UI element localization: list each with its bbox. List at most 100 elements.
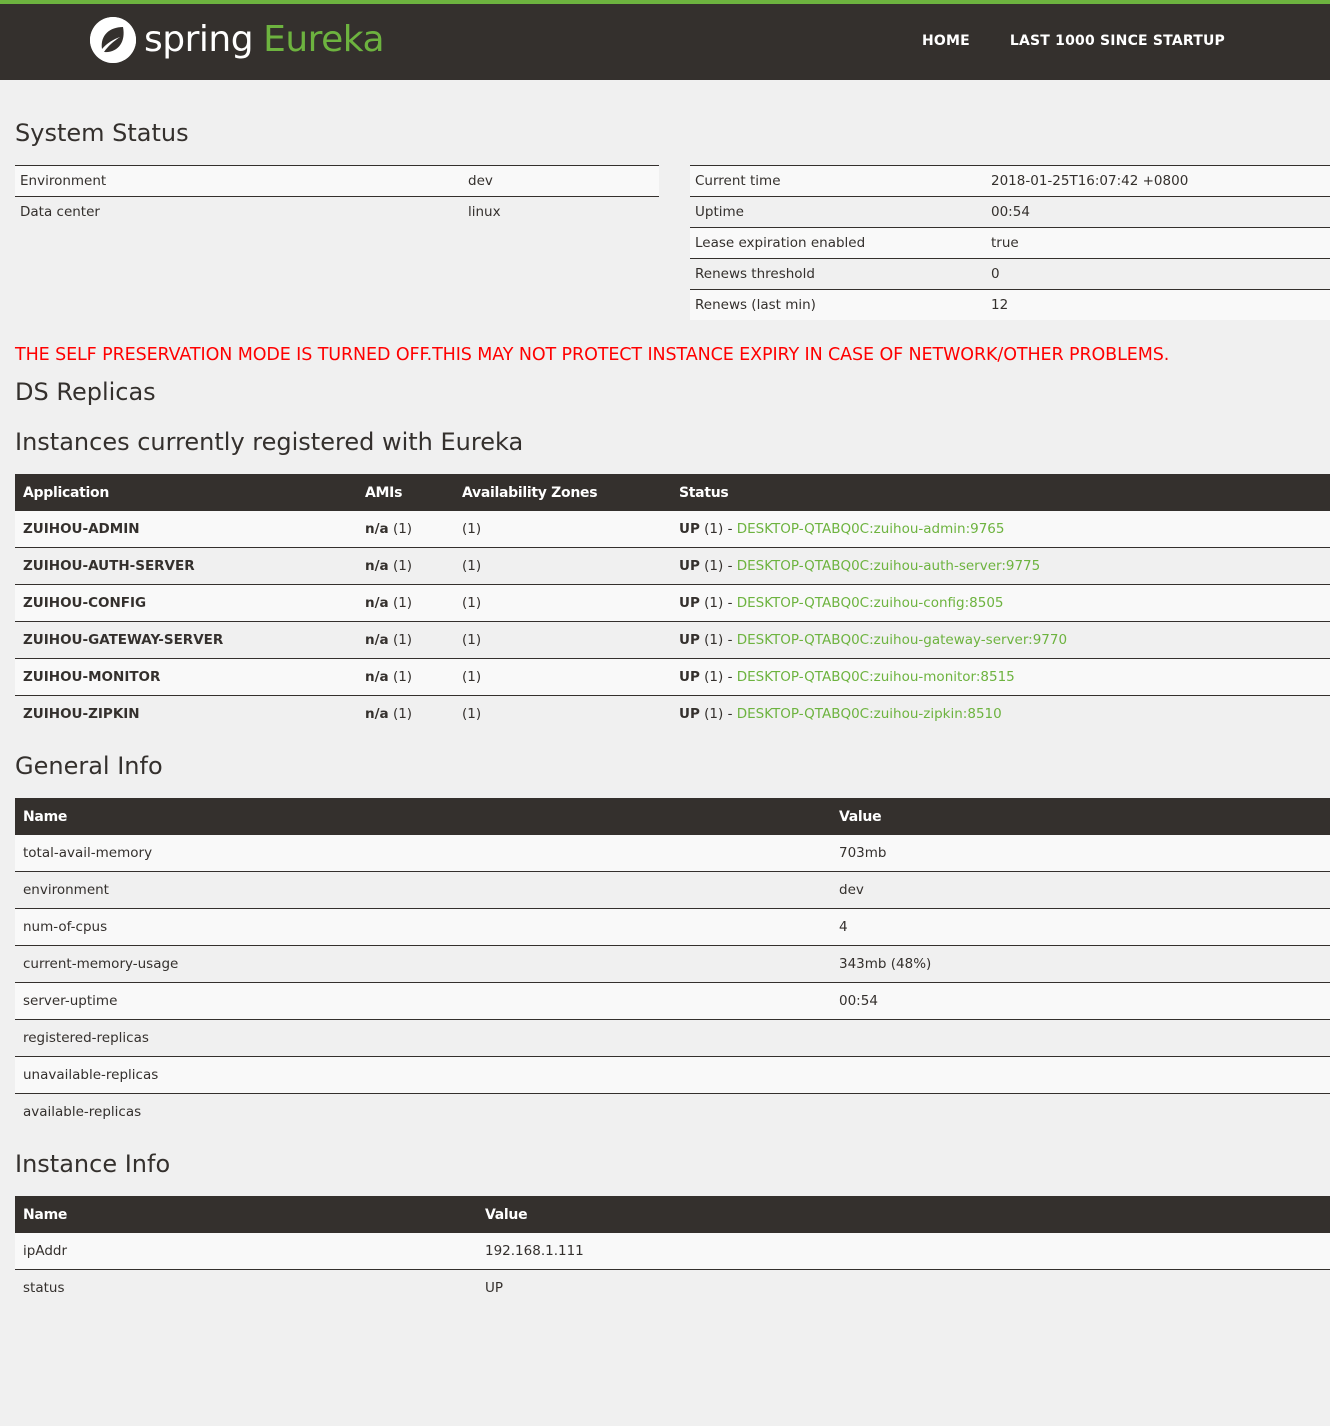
general-info-table: Name Value total-avail-memory 703mb enviro… <box>15 798 1330 1130</box>
application-name: ZUIHOU-ZIPKIN <box>15 695 357 732</box>
application-name: ZUIHOU-MONITOR <box>15 658 357 696</box>
ami-count: (1) <box>392 521 413 537</box>
status-label: Current time <box>690 165 986 197</box>
status-count: (1) - <box>704 558 733 574</box>
instance-link[interactable]: DESKTOP-QTABQ0C:zuihou-config:8505 <box>737 595 1004 611</box>
col-status[interactable]: Status <box>671 474 1330 511</box>
status-cell: UP (1) - DESKTOP-QTABQ0C:zuihou-monitor:… <box>671 658 1330 696</box>
instance-link[interactable]: DESKTOP-QTABQ0C:zuihou-gateway-server:97… <box>737 632 1067 648</box>
instances-table: Application AMIs Availability Zones Stat… <box>15 474 1330 732</box>
info-row: ipAddr 192.168.1.111 <box>15 1233 1330 1270</box>
status-value: 00:54 <box>986 196 1330 228</box>
status-cell: UP (1) - DESKTOP-QTABQ0C:zuihou-gateway-… <box>671 621 1330 659</box>
amis-cell: n/a (1) <box>357 511 454 548</box>
info-name: server-uptime <box>15 982 831 1020</box>
info-value: dev <box>831 871 1330 909</box>
status-up: UP <box>679 669 700 685</box>
amis-cell: n/a (1) <box>357 658 454 696</box>
instances-heading: Instances currently registered with Eure… <box>15 428 524 456</box>
status-label: Lease expiration enabled <box>690 227 986 259</box>
instance-link[interactable]: DESKTOP-QTABQ0C:zuihou-admin:9765 <box>737 521 1005 537</box>
status-row: Uptime 00:54 <box>690 196 1330 228</box>
info-name: status <box>15 1269 477 1306</box>
ami-value: n/a <box>365 521 389 537</box>
info-value: 703mb <box>831 835 1330 872</box>
status-row: Renews (last min) 12 <box>690 289 1330 320</box>
status-label: Data center <box>15 196 463 227</box>
app-name-text: ZUIHOU-AUTH-SERVER <box>23 558 195 574</box>
col-application[interactable]: Application <box>15 474 357 511</box>
ami-count: (1) <box>392 558 413 574</box>
status-value: 0 <box>986 258 1330 290</box>
status-label: Renews (last min) <box>690 289 986 320</box>
info-row: current-memory-usage 343mb (48%) <box>15 945 1330 983</box>
info-row: server-uptime 00:54 <box>15 982 1330 1020</box>
app-name-text: ZUIHOU-CONFIG <box>23 595 147 611</box>
info-row: environment dev <box>15 871 1330 909</box>
info-name: registered-replicas <box>15 1019 831 1057</box>
nav-last-1000-link[interactable]: LAST 1000 SINCE STARTUP <box>1010 33 1225 49</box>
info-value: 4 <box>831 908 1330 946</box>
brand-spring-text: spring <box>144 19 254 60</box>
status-count: (1) - <box>704 595 733 611</box>
instance-link[interactable]: DESKTOP-QTABQ0C:zuihou-auth-server:9775 <box>737 558 1040 574</box>
col-amis[interactable]: AMIs <box>357 474 454 511</box>
general-info-heading: General Info <box>15 752 163 780</box>
amis-cell: n/a (1) <box>357 695 454 732</box>
zones-cell: (1) <box>454 621 671 659</box>
status-row: Lease expiration enabled true <box>690 227 1330 259</box>
info-row: status UP <box>15 1269 1330 1306</box>
status-cell: UP (1) - DESKTOP-QTABQ0C:zuihou-config:8… <box>671 584 1330 622</box>
ami-value: n/a <box>365 595 389 611</box>
zones-cell: (1) <box>454 511 671 548</box>
zones-cell: (1) <box>454 547 671 585</box>
status-cell: UP (1) - DESKTOP-QTABQ0C:zuihou-auth-ser… <box>671 547 1330 585</box>
info-value <box>831 1093 1330 1130</box>
ami-value: n/a <box>365 669 389 685</box>
instance-info-heading: Instance Info <box>15 1150 171 1178</box>
status-cell: UP (1) - DESKTOP-QTABQ0C:zuihou-zipkin:8… <box>671 695 1330 732</box>
application-name: ZUIHOU-AUTH-SERVER <box>15 547 357 585</box>
zones-cell: (1) <box>454 658 671 696</box>
info-name: unavailable-replicas <box>15 1056 831 1094</box>
status-count: (1) - <box>704 706 733 722</box>
spring-eureka-logo[interactable]: spring Eureka <box>90 17 385 63</box>
instance-row: ZUIHOU-AUTH-SERVER n/a (1) (1) UP (1) - DES… <box>15 547 1330 585</box>
zones-cell: (1) <box>454 695 671 732</box>
col-availability-zones[interactable]: Availability Zones <box>454 474 671 511</box>
amis-cell: n/a (1) <box>357 584 454 622</box>
info-name: ipAddr <box>15 1233 477 1270</box>
app-name-text: ZUIHOU-ZIPKIN <box>23 706 140 722</box>
self-preservation-warning: THE SELF PRESERVATION MODE IS TURNED OFF… <box>15 345 1170 365</box>
status-row: Renews threshold 0 <box>690 258 1330 290</box>
nav-home-link[interactable]: HOME <box>922 33 970 49</box>
system-status-heading: System Status <box>15 119 189 147</box>
ami-count: (1) <box>392 632 413 648</box>
info-row: total-avail-memory 703mb <box>15 835 1330 872</box>
instance-info-table: Name Value ipAddr 192.168.1.111 status UP <box>15 1196 1330 1306</box>
info-value: 343mb (48%) <box>831 945 1330 983</box>
instance-link[interactable]: DESKTOP-QTABQ0C:zuihou-zipkin:8510 <box>737 706 1002 722</box>
status-cell: UP (1) - DESKTOP-QTABQ0C:zuihou-admin:97… <box>671 511 1330 548</box>
instance-link[interactable]: DESKTOP-QTABQ0C:zuihou-monitor:8515 <box>737 669 1015 685</box>
nav-links: HOME LAST 1000 SINCE STARTUP <box>922 33 1225 49</box>
info-value <box>831 1056 1330 1094</box>
status-label: Environment <box>15 165 463 197</box>
amis-cell: n/a (1) <box>357 547 454 585</box>
col-value: Value <box>831 798 1330 835</box>
status-value: linux <box>463 196 659 227</box>
system-status-right-table: Current time 2018-01-25T16:07:42 +0800 Upt… <box>690 165 1330 320</box>
status-value: true <box>986 227 1330 259</box>
status-up: UP <box>679 632 700 648</box>
application-name: ZUIHOU-CONFIG <box>15 584 357 622</box>
status-label: Uptime <box>690 196 986 228</box>
app-name-text: ZUIHOU-ADMIN <box>23 521 140 537</box>
status-value: 2018-01-25T16:07:42 +0800 <box>986 165 1330 197</box>
col-name: Name <box>15 1196 477 1233</box>
status-label: Renews threshold <box>690 258 986 290</box>
status-up: UP <box>679 521 700 537</box>
info-row: registered-replicas <box>15 1019 1330 1057</box>
instance-row: ZUIHOU-ADMIN n/a (1) (1) UP (1) - DESKTOP-Q… <box>15 511 1330 548</box>
status-count: (1) - <box>704 632 733 648</box>
status-row: Data center linux <box>15 196 659 227</box>
